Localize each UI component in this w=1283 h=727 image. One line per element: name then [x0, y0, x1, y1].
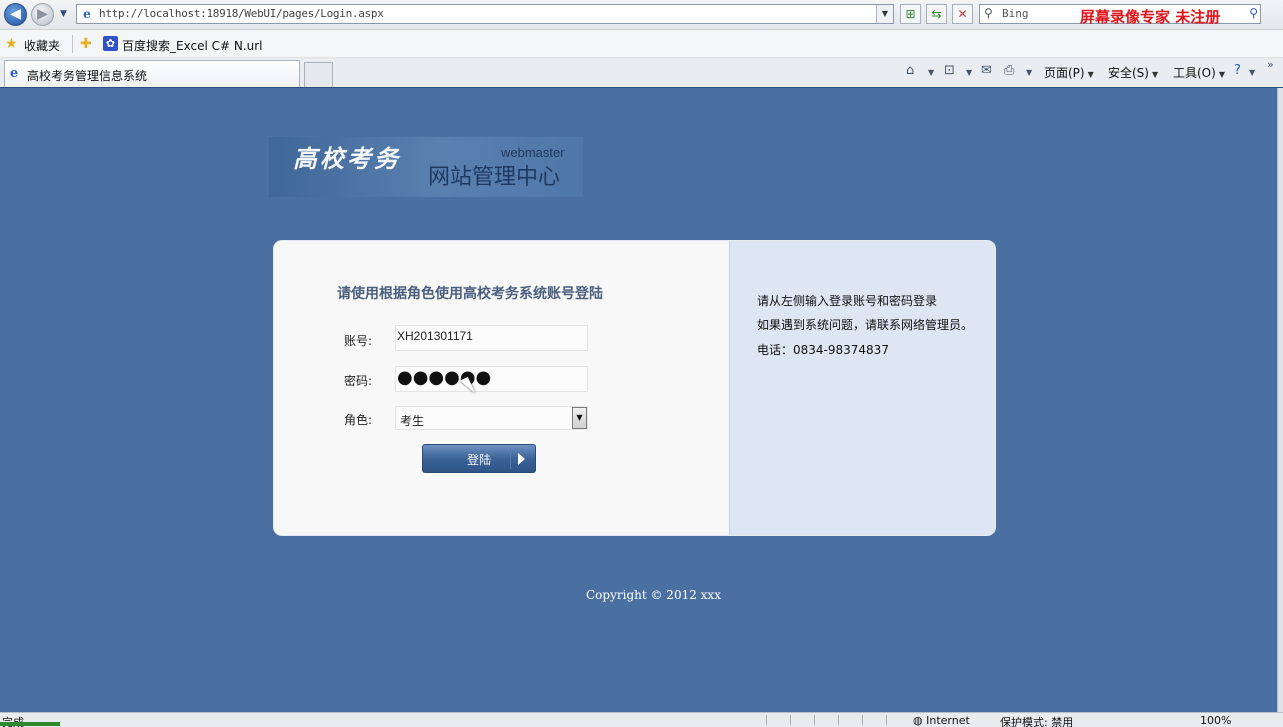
favorites-bar: ★ 收藏夹 ✚ ✿ 百度搜索_Excel C# N.url — [0, 30, 1283, 58]
role-value: 考生 — [400, 414, 425, 428]
play-arrow-icon — [518, 453, 525, 465]
info-line-2: 如果遇到系统问题，请联系网络管理员。 — [757, 318, 974, 332]
refresh-button[interactable]: ⇆ — [926, 4, 947, 24]
globe-icon: ◍ — [913, 714, 927, 727]
protected-mode-status: 保护模式: 禁用 — [1000, 716, 1074, 727]
search-go-icon[interactable]: ⚲ — [1249, 6, 1258, 20]
recorder-watermark: 屏幕录像专家 未注册 — [1080, 8, 1221, 26]
role-dropdown-icon[interactable]: ▼ — [572, 407, 587, 429]
back-arrow-icon: ◀ — [10, 6, 21, 22]
vertical-scrollbar[interactable] — [1277, 88, 1283, 712]
favorite-link-baidu[interactable]: 百度搜索_Excel C# N.url — [122, 37, 263, 54]
safety-menu-label: 安全(S) — [1108, 66, 1149, 80]
address-dropdown-icon[interactable]: ▼ — [876, 5, 893, 23]
back-button[interactable]: ◀ — [4, 3, 27, 26]
tab-login-page[interactable]: e 高校考务管理信息系统 — [4, 60, 300, 87]
status-slot — [814, 715, 837, 725]
tools-menu-label: 工具(O) — [1173, 66, 1216, 80]
account-value: XH201301171 — [397, 329, 473, 343]
tools-menu-arrow-icon: ▼ — [1218, 70, 1225, 79]
zoom-level[interactable]: 100% — [1200, 714, 1231, 727]
compat-view-icon: ⊞ — [905, 7, 916, 21]
role-select[interactable]: 考生 ▼ — [395, 406, 588, 430]
site-banner: 高校考务 webmaster 网站管理中心 — [269, 137, 583, 197]
address-input[interactable]: e http://localhost:18918/WebUI/pages/Log… — [76, 4, 894, 24]
banner-title: 高校考务 — [293, 144, 401, 173]
compat-view-button[interactable]: ⊞ — [900, 4, 921, 24]
login-button-divider — [510, 448, 511, 469]
password-label: 密码: — [344, 374, 373, 388]
copyright-text: Copyright © 2012 xxx — [586, 588, 721, 602]
help-dropdown-icon[interactable]: ▼ — [1249, 68, 1255, 77]
forward-button[interactable]: ▶ — [31, 3, 54, 26]
zone-label: Internet — [926, 714, 970, 727]
home-dropdown-icon[interactable]: ▼ — [928, 68, 934, 77]
status-slot — [838, 715, 861, 725]
forward-arrow-icon: ▶ — [37, 6, 48, 22]
mail-icon[interactable]: ✉ — [981, 63, 992, 78]
login-heading: 请使用根据角色使用高校考务系统账号登陆 — [337, 286, 603, 302]
new-tab-button[interactable] — [304, 62, 333, 87]
search-placeholder: Bing — [1002, 7, 1029, 20]
baidu-paw-icon: ✿ — [103, 36, 118, 51]
banner-subtitle: 网站管理中心 — [428, 165, 561, 190]
address-bar-row: ◀ ▶ ▼ e http://localhost:18918/WebUI/pag… — [0, 0, 1283, 30]
rss-feed-icon[interactable]: ⊡ — [944, 63, 955, 78]
account-input[interactable]: XH201301171 — [395, 325, 588, 351]
feed-dropdown-icon[interactable]: ▼ — [966, 68, 972, 77]
info-line-3: 电话：0834-98374837 — [757, 343, 889, 357]
info-line-1: 请从左侧输入登录账号和密码登录 — [757, 294, 938, 308]
password-input[interactable]: ●●●●●● — [395, 366, 588, 392]
chevron-more-icon[interactable]: » — [1267, 58, 1274, 71]
status-slot — [862, 715, 885, 725]
login-button-label: 登陆 — [467, 453, 492, 467]
security-zone[interactable]: ◍ Internet — [913, 714, 970, 727]
safety-menu[interactable]: 安全(S) ▼ — [1108, 64, 1158, 81]
favorites-button[interactable]: 收藏夹 — [24, 37, 60, 54]
favorites-separator — [72, 35, 73, 53]
status-slot — [886, 715, 909, 725]
stop-button[interactable]: ✕ — [952, 4, 973, 24]
status-progress — [0, 722, 60, 726]
add-favorite-icon[interactable]: ✚ — [80, 36, 92, 52]
address-text[interactable]: http://localhost:18918/WebUI/pages/Login… — [99, 7, 384, 20]
stop-icon: ✕ — [957, 7, 968, 21]
refresh-icon: ⇆ — [931, 7, 942, 21]
ie-page-icon: e — [83, 7, 91, 21]
status-slot — [790, 715, 813, 725]
tools-menu[interactable]: 工具(O) ▼ — [1173, 64, 1225, 81]
page-menu-label: 页面(P) — [1044, 66, 1085, 80]
login-card: 请使用根据角色使用高校考务系统账号登陆 账号: XH201301171 密码: … — [274, 241, 995, 535]
print-dropdown-icon[interactable]: ▼ — [1026, 68, 1032, 77]
banner-en: webmaster — [501, 145, 565, 160]
status-bar: 完成 ◍ Internet 保护模式: 禁用 100% — [0, 712, 1283, 727]
print-icon[interactable]: ⎙ — [1004, 63, 1014, 78]
account-label: 账号: — [344, 334, 373, 348]
safety-menu-arrow-icon: ▼ — [1151, 70, 1159, 79]
page-menu[interactable]: 页面(P) ▼ — [1044, 64, 1094, 81]
help-icon[interactable]: ? — [1234, 63, 1241, 78]
role-label: 角色: — [344, 413, 373, 427]
history-dropdown-icon[interactable]: ▼ — [60, 9, 67, 19]
home-icon[interactable]: ⌂ — [906, 63, 914, 78]
info-panel: 请从左侧输入登录账号和密码登录 如果遇到系统问题，请联系网络管理员。 电话：08… — [729, 241, 995, 535]
login-button[interactable]: 登陆 — [422, 444, 536, 473]
page-menu-arrow-icon: ▼ — [1087, 70, 1094, 79]
tab-title: 高校考务管理信息系统 — [27, 69, 148, 83]
password-mask: ●●●●●● — [397, 367, 492, 388]
bing-search-icon: ⚲ — [984, 6, 993, 20]
ie-tab-icon: e — [10, 66, 19, 81]
status-slot — [766, 715, 789, 725]
browser-chrome: ◀ ▶ ▼ e http://localhost:18918/WebUI/pag… — [0, 0, 1283, 88]
favorites-star-icon[interactable]: ★ — [5, 36, 18, 52]
